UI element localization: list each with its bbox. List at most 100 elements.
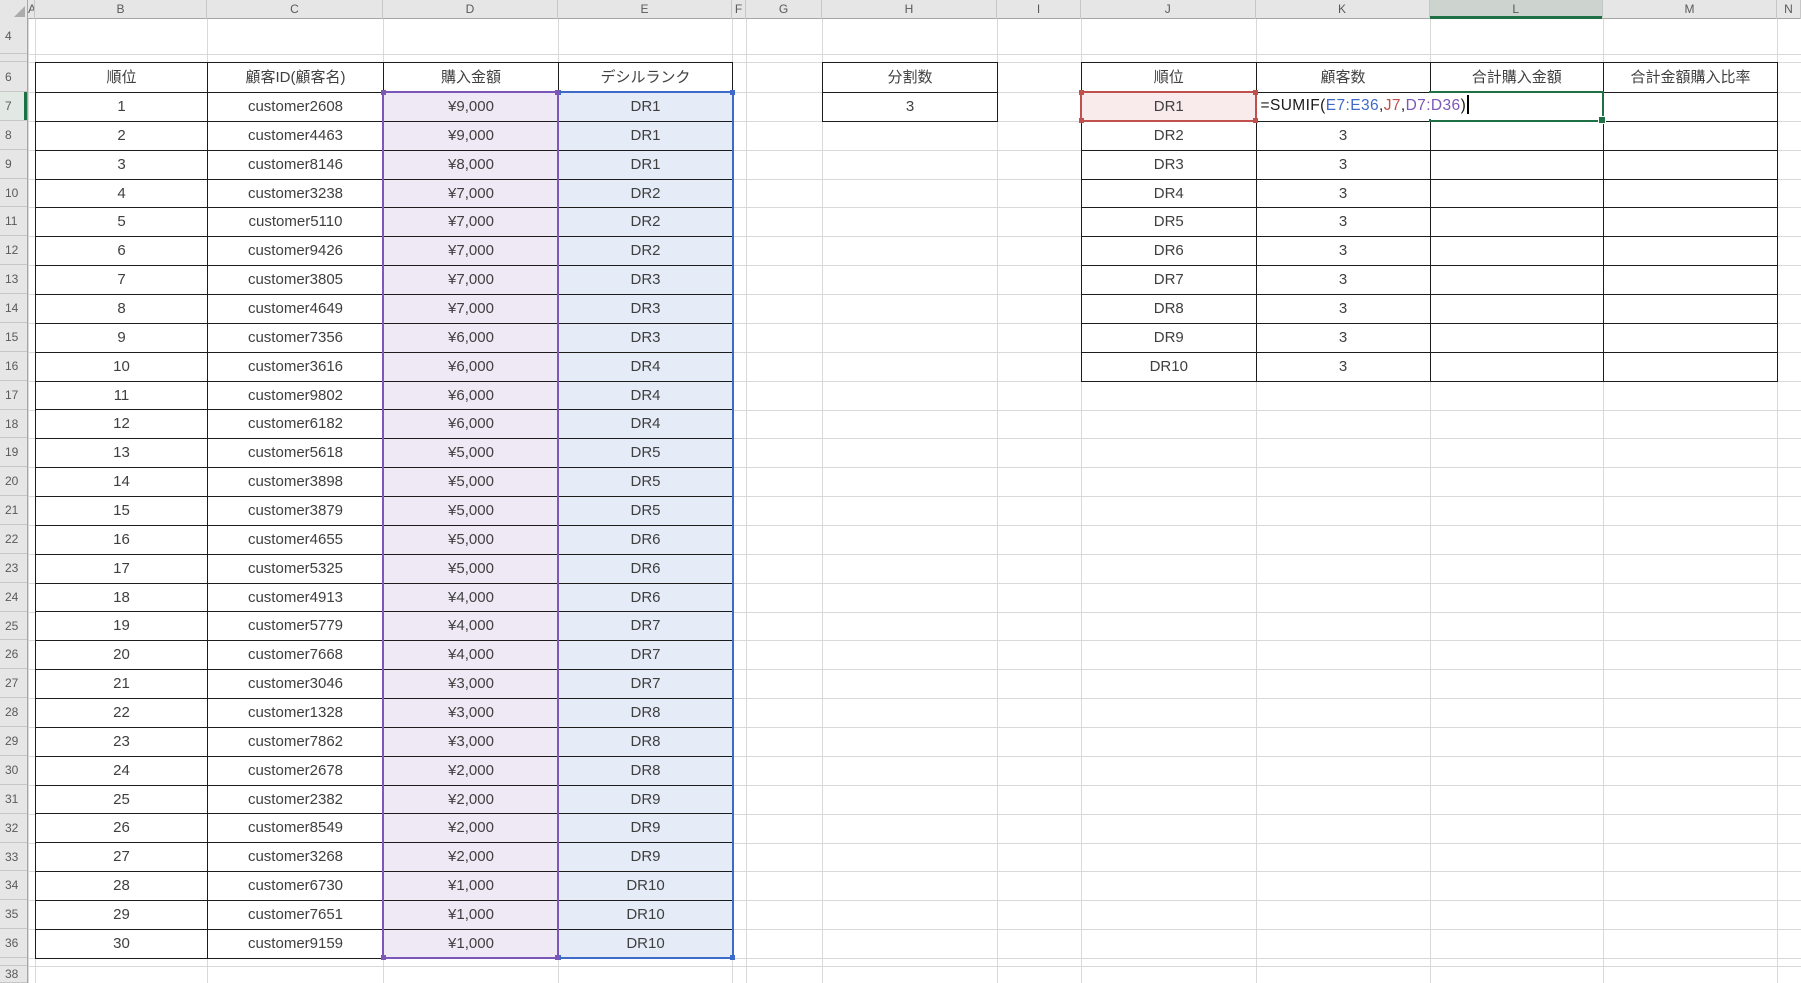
- cell-E22[interactable]: DR6: [559, 526, 733, 555]
- cell-E13[interactable]: DR3: [559, 266, 733, 295]
- cell-E33[interactable]: DR9: [559, 843, 733, 872]
- cell-J9[interactable]: DR3: [1082, 151, 1257, 180]
- cell-E12[interactable]: DR2: [559, 237, 733, 266]
- cell-D35[interactable]: ¥1,000: [384, 901, 559, 930]
- cell-B12[interactable]: 6: [36, 237, 208, 266]
- cell-J13[interactable]: DR7: [1082, 266, 1257, 295]
- cell-D12[interactable]: ¥7,000: [384, 237, 559, 266]
- row-header-19[interactable]: 19: [0, 438, 27, 467]
- cell-D13[interactable]: ¥7,000: [384, 266, 559, 295]
- cell-B7[interactable]: 1: [36, 93, 208, 122]
- cell-C17[interactable]: customer9802: [208, 382, 384, 411]
- cell-C24[interactable]: customer4913: [208, 584, 384, 613]
- col-header-K[interactable]: K: [1256, 0, 1430, 19]
- col-header-M[interactable]: M: [1603, 0, 1777, 19]
- cell-K15[interactable]: 3: [1257, 324, 1431, 353]
- row-header-11[interactable]: 11: [0, 207, 27, 236]
- cell-B32[interactable]: 26: [36, 814, 208, 843]
- row-header-17[interactable]: 17: [0, 381, 27, 410]
- cell-B23[interactable]: 17: [36, 555, 208, 584]
- cell-L9[interactable]: [1431, 151, 1605, 180]
- cell-E36[interactable]: DR10: [559, 930, 733, 959]
- cell-L16[interactable]: [1431, 353, 1605, 382]
- cell-L14[interactable]: [1431, 295, 1605, 324]
- cell-M8[interactable]: [1604, 122, 1778, 151]
- cell-C31[interactable]: customer2382: [208, 786, 384, 815]
- cell-B22[interactable]: 16: [36, 526, 208, 555]
- row-header-20[interactable]: 20: [0, 467, 27, 496]
- cell-C35[interactable]: customer7651: [208, 901, 384, 930]
- cell-E19[interactable]: DR5: [559, 439, 733, 468]
- cell-C20[interactable]: customer3898: [208, 468, 384, 497]
- cell-B19[interactable]: 13: [36, 439, 208, 468]
- cell-B18[interactable]: 12: [36, 410, 208, 439]
- cell-C33[interactable]: customer3268: [208, 843, 384, 872]
- cell-B9[interactable]: 3: [36, 151, 208, 180]
- cell-J11[interactable]: DR5: [1082, 208, 1257, 237]
- cell-E24[interactable]: DR6: [559, 584, 733, 613]
- cell-M15[interactable]: [1604, 324, 1778, 353]
- cell-J7[interactable]: DR1: [1082, 93, 1257, 122]
- row-header-28[interactable]: 28: [0, 698, 27, 727]
- cell-L10[interactable]: [1431, 180, 1605, 209]
- row-header-hidden[interactable]: [0, 54, 27, 62]
- cell-M16[interactable]: [1604, 353, 1778, 382]
- col-header-C[interactable]: C: [207, 0, 383, 19]
- cell-D20[interactable]: ¥5,000: [384, 468, 559, 497]
- cell-C19[interactable]: customer5618: [208, 439, 384, 468]
- cell-E10[interactable]: DR2: [559, 180, 733, 209]
- row-header-23[interactable]: 23: [0, 554, 27, 583]
- cell-B35[interactable]: 29: [36, 901, 208, 930]
- cell-C16[interactable]: customer3616: [208, 353, 384, 382]
- cell-C32[interactable]: customer8549: [208, 814, 384, 843]
- cell-E20[interactable]: DR5: [559, 468, 733, 497]
- row-header-18[interactable]: 18: [0, 410, 27, 439]
- cell-C30[interactable]: customer2678: [208, 757, 384, 786]
- cell-D29[interactable]: ¥3,000: [384, 728, 559, 757]
- cell-C29[interactable]: customer7862: [208, 728, 384, 757]
- cell-D8[interactable]: ¥9,000: [384, 122, 559, 151]
- cell-D23[interactable]: ¥5,000: [384, 555, 559, 584]
- cell-E8[interactable]: DR1: [559, 122, 733, 151]
- cell-K10[interactable]: 3: [1257, 180, 1431, 209]
- cell-K9[interactable]: 3: [1257, 151, 1431, 180]
- cell-M10[interactable]: [1604, 180, 1778, 209]
- cell-C36[interactable]: customer9159: [208, 930, 384, 959]
- cell-B33[interactable]: 27: [36, 843, 208, 872]
- cell-M13[interactable]: [1604, 266, 1778, 295]
- cell-D22[interactable]: ¥5,000: [384, 526, 559, 555]
- row-header-hidden[interactable]: [0, 958, 27, 966]
- cell-M12[interactable]: [1604, 237, 1778, 266]
- cell-D33[interactable]: ¥2,000: [384, 843, 559, 872]
- cell-B24[interactable]: 18: [36, 584, 208, 613]
- cell-C11[interactable]: customer5110: [208, 208, 384, 237]
- cell-C21[interactable]: customer3879: [208, 497, 384, 526]
- cell-E11[interactable]: DR2: [559, 208, 733, 237]
- col-header-I[interactable]: I: [997, 0, 1081, 19]
- cell-C7[interactable]: customer2608: [208, 93, 384, 122]
- cell-D11[interactable]: ¥7,000: [384, 208, 559, 237]
- col-header-A[interactable]: A: [28, 0, 35, 19]
- cell-M11[interactable]: [1604, 208, 1778, 237]
- row-header-35[interactable]: 35: [0, 900, 27, 929]
- fill-handle[interactable]: [1598, 116, 1606, 124]
- col-header-F[interactable]: F: [732, 0, 746, 19]
- cell-K14[interactable]: 3: [1257, 295, 1431, 324]
- cell-D26[interactable]: ¥4,000: [384, 641, 559, 670]
- cell-D27[interactable]: ¥3,000: [384, 670, 559, 699]
- row-header-15[interactable]: 15: [0, 323, 27, 352]
- cell-E32[interactable]: DR9: [559, 814, 733, 843]
- cell-K13[interactable]: 3: [1257, 266, 1431, 295]
- row-header-13[interactable]: 13: [0, 265, 27, 294]
- row-header-32[interactable]: 32: [0, 814, 27, 843]
- cell-D16[interactable]: ¥6,000: [384, 353, 559, 382]
- row-header-8[interactable]: 8: [0, 121, 27, 150]
- row-header-22[interactable]: 22: [0, 525, 27, 554]
- cell-B27[interactable]: 21: [36, 670, 208, 699]
- formula-edit-box[interactable]: =SUMIF(E7:E36,J7,D7:D36): [1258, 93, 1483, 119]
- cell-E35[interactable]: DR10: [559, 901, 733, 930]
- col-header-G[interactable]: G: [746, 0, 822, 19]
- cell-C15[interactable]: customer7356: [208, 324, 384, 353]
- cell-C34[interactable]: customer6730: [208, 872, 384, 901]
- cell-E29[interactable]: DR8: [559, 728, 733, 757]
